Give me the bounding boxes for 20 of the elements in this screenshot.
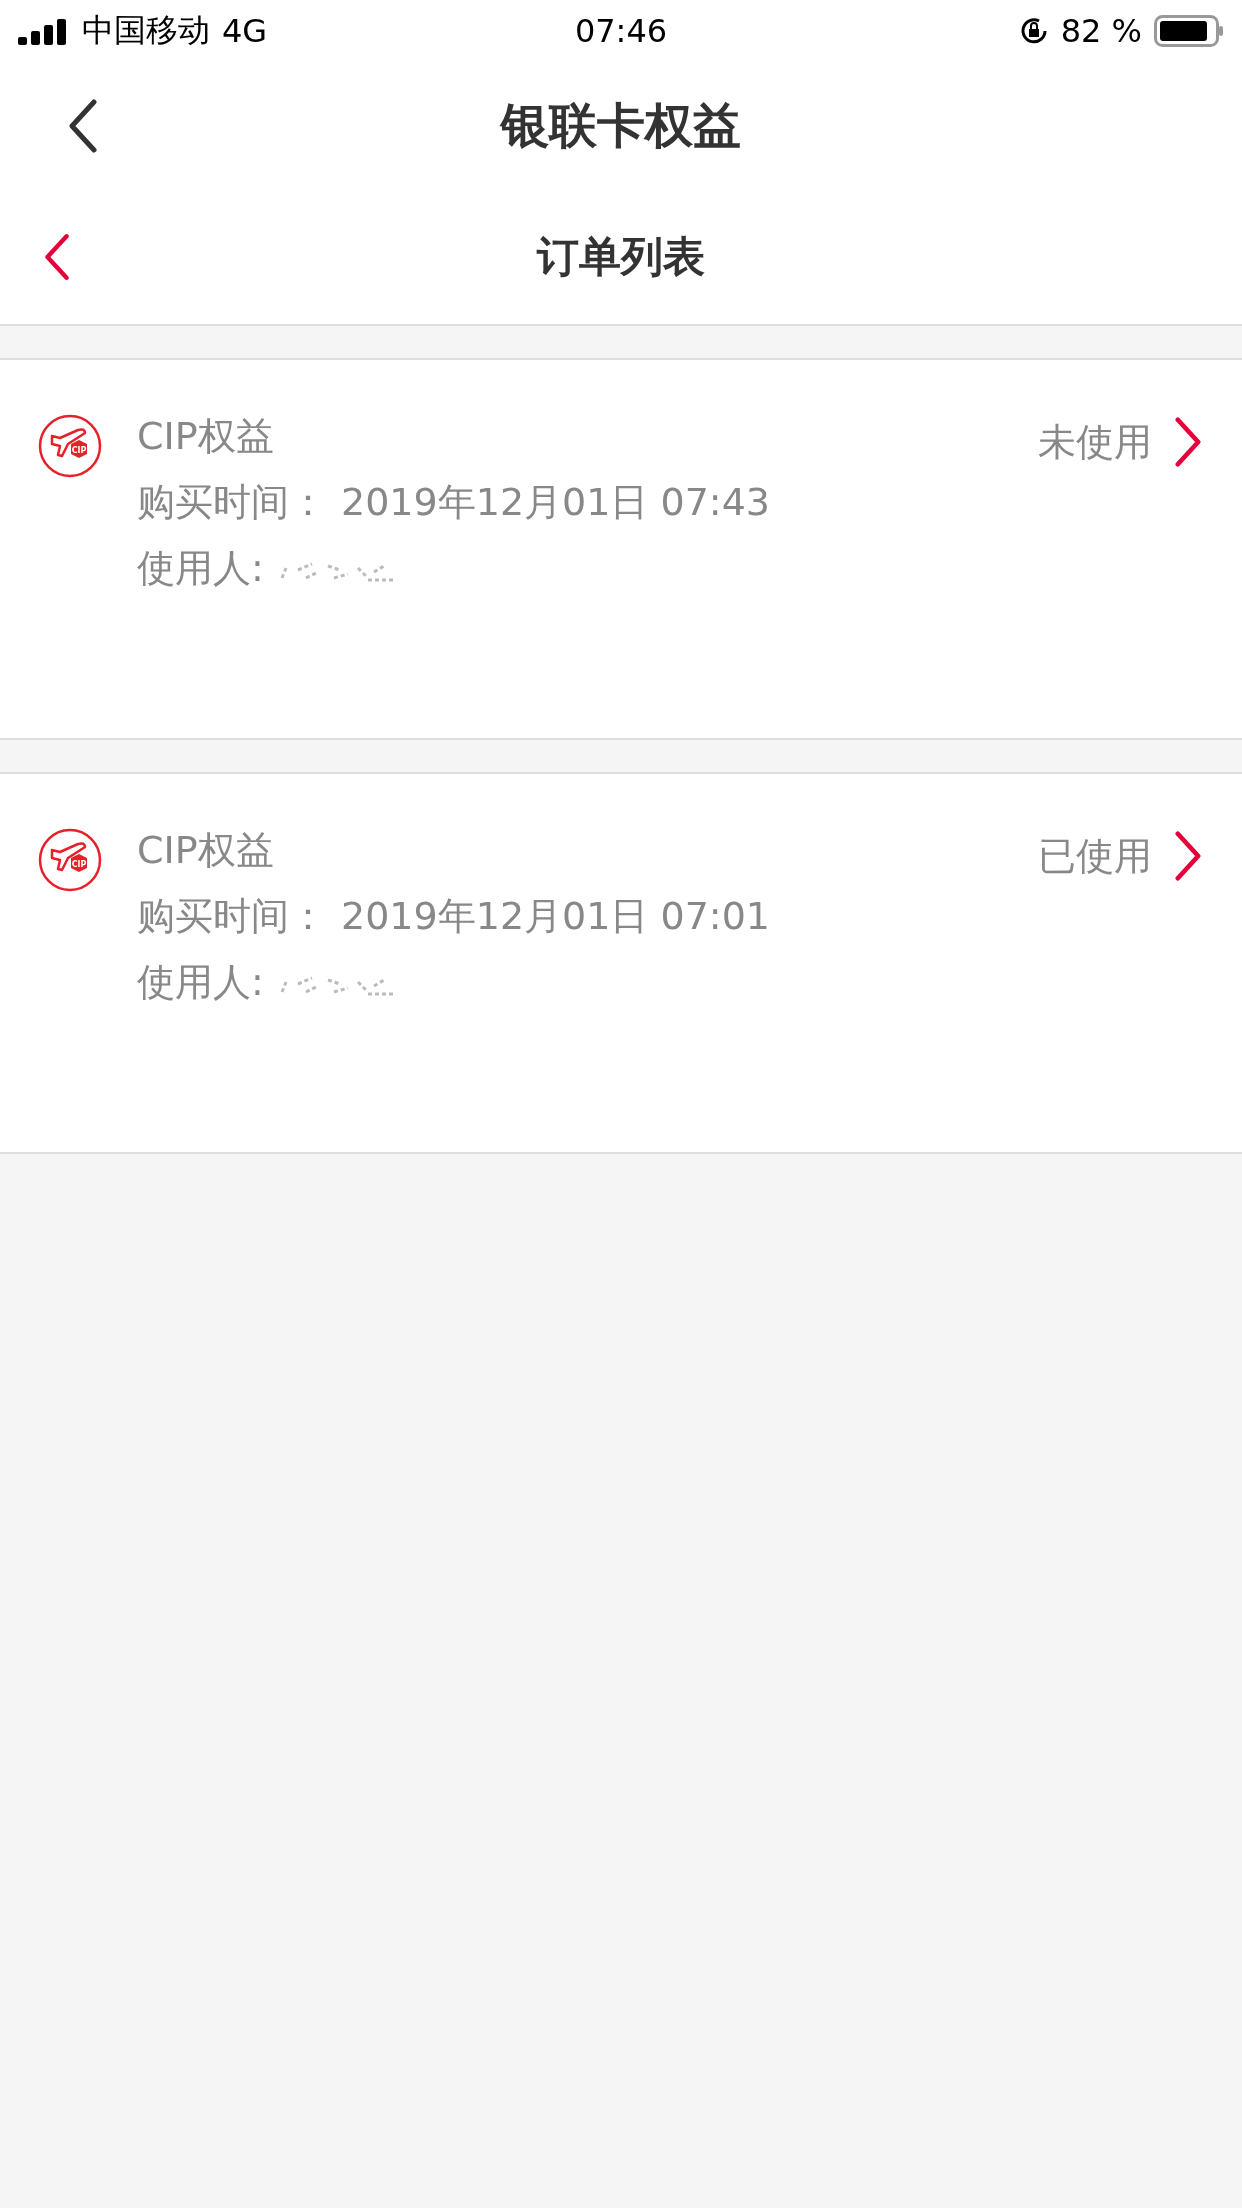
- carrier-name: 中国移动: [82, 10, 210, 51]
- order-card[interactable]: CIP CIP权益 购买时间： 2019年12月01日 07:43 使用人: 未使用: [0, 358, 1242, 740]
- order-title: CIP权益: [137, 414, 274, 458]
- order-card[interactable]: CIP CIP权益 购买时间： 2019年12月01日 07:01 使用人: 已使用: [0, 772, 1242, 1154]
- network-type: 4G: [222, 12, 268, 50]
- page-title: 银联卡权益: [501, 96, 741, 155]
- plane-badge-icon: CIP: [38, 414, 102, 478]
- order-title: CIP权益: [137, 828, 274, 872]
- battery-percent: 82 %: [1060, 12, 1142, 50]
- purchase-time: 2019年12月01日 07:01: [341, 894, 770, 938]
- purchase-time-label: 购买时间：: [137, 894, 327, 938]
- purchase-time-label: 购买时间：: [137, 480, 327, 524]
- order-status-link[interactable]: 已使用: [1038, 828, 1202, 884]
- user-label: 使用人:: [137, 960, 264, 1004]
- order-status-link[interactable]: 未使用: [1038, 414, 1202, 470]
- section-title: 订单列表: [537, 231, 705, 283]
- purchase-time: 2019年12月01日 07:43: [341, 480, 770, 524]
- status-time: 07:46: [574, 12, 668, 50]
- plane-badge-icon: CIP: [38, 828, 102, 892]
- user-label: 使用人:: [137, 546, 264, 590]
